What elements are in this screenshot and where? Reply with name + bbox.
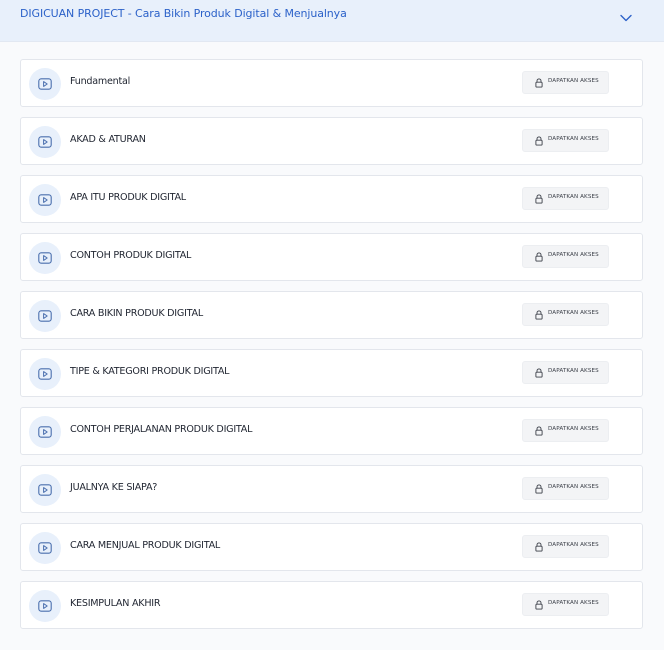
lesson-item[interactable]: CONTOH PERJALANAN PRODUK DIGITAL DAPATKA… <box>20 407 643 455</box>
lock-icon <box>535 426 543 436</box>
get-access-button[interactable]: DAPATKAN AKSES <box>522 187 609 210</box>
lesson-item[interactable]: TIPE & KATEGORI PRODUK DIGITAL DAPATKAN … <box>20 349 643 397</box>
get-access-label: DAPATKAN AKSES <box>548 484 599 490</box>
lock-icon <box>535 484 543 494</box>
get-access-label: DAPATKAN AKSES <box>548 310 599 316</box>
module-header[interactable]: DIGICUAN PROJECT - Cara Bikin Produk Dig… <box>0 0 664 42</box>
video-play-icon <box>29 242 61 274</box>
get-access-button[interactable]: DAPATKAN AKSES <box>522 535 609 558</box>
lesson-title: CARA MENJUAL PRODUK DIGITAL <box>70 540 220 551</box>
video-play-icon <box>29 416 61 448</box>
get-access-button[interactable]: DAPATKAN AKSES <box>522 71 609 94</box>
lesson-item[interactable]: APA ITU PRODUK DIGITAL DAPATKAN AKSES <box>20 175 643 223</box>
course-module-panel: DIGICUAN PROJECT - Cara Bikin Produk Dig… <box>0 0 664 650</box>
video-play-icon <box>29 126 61 158</box>
lesson-title: TIPE & KATEGORI PRODUK DIGITAL <box>70 366 230 377</box>
chevron-down-icon[interactable] <box>619 10 633 24</box>
lock-icon <box>535 542 543 552</box>
lesson-list: Fundamental DAPATKAN AKSES AKAD & ATURAN… <box>20 59 643 639</box>
video-play-icon <box>29 590 61 622</box>
video-play-icon <box>29 532 61 564</box>
get-access-label: DAPATKAN AKSES <box>548 252 599 258</box>
lesson-item[interactable]: JUALNYA KE SIAPA? DAPATKAN AKSES <box>20 465 643 513</box>
lesson-title: JUALNYA KE SIAPA? <box>70 482 158 493</box>
video-play-icon <box>29 300 61 332</box>
lock-icon <box>535 78 543 88</box>
lesson-title: CARA BIKIN PRODUK DIGITAL <box>70 308 203 319</box>
lesson-item[interactable]: Fundamental DAPATKAN AKSES <box>20 59 643 107</box>
get-access-button[interactable]: DAPATKAN AKSES <box>522 593 609 616</box>
video-play-icon <box>29 474 61 506</box>
lesson-item[interactable]: KESIMPULAN AKHIR DAPATKAN AKSES <box>20 581 643 629</box>
video-play-icon <box>29 68 61 100</box>
lesson-title: CONTOH PERJALANAN PRODUK DIGITAL <box>70 424 253 435</box>
get-access-button[interactable]: DAPATKAN AKSES <box>522 477 609 500</box>
lock-icon <box>535 136 543 146</box>
lesson-title: AKAD & ATURAN <box>70 134 146 145</box>
lock-icon <box>535 252 543 262</box>
lesson-item[interactable]: CARA MENJUAL PRODUK DIGITAL DAPATKAN AKS… <box>20 523 643 571</box>
lock-icon <box>535 368 543 378</box>
get-access-button[interactable]: DAPATKAN AKSES <box>522 129 609 152</box>
get-access-label: DAPATKAN AKSES <box>548 78 599 84</box>
lesson-title: CONTOH PRODUK DIGITAL <box>70 250 192 261</box>
module-title: DIGICUAN PROJECT - Cara Bikin Produk Dig… <box>20 7 347 20</box>
lesson-item[interactable]: CARA BIKIN PRODUK DIGITAL DAPATKAN AKSES <box>20 291 643 339</box>
get-access-label: DAPATKAN AKSES <box>548 136 599 142</box>
video-play-icon <box>29 358 61 390</box>
get-access-button[interactable]: DAPATKAN AKSES <box>522 419 609 442</box>
lesson-title: Fundamental <box>70 76 131 87</box>
get-access-button[interactable]: DAPATKAN AKSES <box>522 361 609 384</box>
get-access-label: DAPATKAN AKSES <box>548 426 599 432</box>
lock-icon <box>535 194 543 204</box>
lesson-title: KESIMPULAN AKHIR <box>70 598 161 609</box>
lesson-item[interactable]: CONTOH PRODUK DIGITAL DAPATKAN AKSES <box>20 233 643 281</box>
lock-icon <box>535 600 543 610</box>
get-access-label: DAPATKAN AKSES <box>548 542 599 548</box>
lesson-item[interactable]: AKAD & ATURAN DAPATKAN AKSES <box>20 117 643 165</box>
get-access-label: DAPATKAN AKSES <box>548 368 599 374</box>
video-play-icon <box>29 184 61 216</box>
get-access-button[interactable]: DAPATKAN AKSES <box>522 245 609 268</box>
lesson-title: APA ITU PRODUK DIGITAL <box>70 192 186 203</box>
lock-icon <box>535 310 543 320</box>
get-access-label: DAPATKAN AKSES <box>548 194 599 200</box>
get-access-label: DAPATKAN AKSES <box>548 600 599 606</box>
get-access-button[interactable]: DAPATKAN AKSES <box>522 303 609 326</box>
